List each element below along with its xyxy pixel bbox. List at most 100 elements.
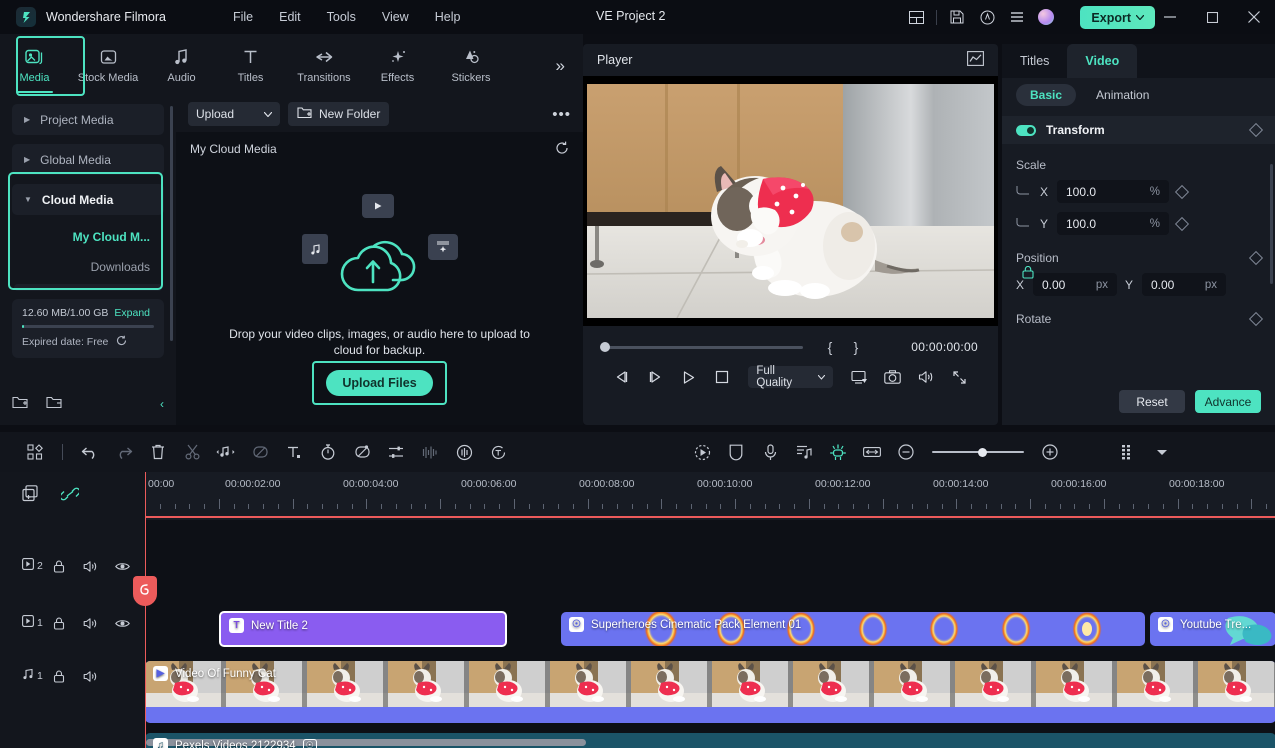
delete-icon[interactable] [141, 437, 175, 467]
module-tab-effects[interactable]: Effects [363, 34, 432, 96]
mark-out-button[interactable]: } [843, 339, 869, 355]
refresh-icon[interactable] [116, 335, 127, 349]
seek-handle[interactable] [600, 342, 610, 352]
speed-timer-icon[interactable] [311, 437, 345, 467]
mute-icon[interactable] [75, 560, 107, 573]
timeline-ruler[interactable]: 00:00 00:00:02:00 00:00:04:00 00:00:06:0… [145, 472, 1275, 520]
adjust-sliders-icon[interactable] [379, 437, 413, 467]
module-tab-stock-media[interactable]: Stock Media [69, 34, 147, 96]
green-screen-icon[interactable] [821, 437, 855, 467]
reset-button[interactable]: Reset [1119, 390, 1185, 413]
mute-icon[interactable] [75, 617, 107, 630]
sidebar-item-global-media[interactable]: ▶ Global Media [12, 144, 164, 175]
add-track-icon[interactable] [22, 485, 39, 507]
sidebar-item-my-cloud-media[interactable]: My Cloud M... [12, 224, 164, 250]
storage-expand-link[interactable]: Expand [114, 307, 150, 319]
undo-icon[interactable] [73, 437, 107, 467]
media-more-options-icon[interactable]: ••• [552, 106, 571, 123]
fit-timeline-icon[interactable] [855, 437, 889, 467]
timeline-clip-pexels-audio[interactable]: ♫ Pexels Videos 2122934 ☉ [145, 733, 1275, 748]
lock-icon[interactable] [43, 670, 75, 683]
timeline-clip-superheroes[interactable]: ☉ Superheroes Cinematic Pack Element 01 [561, 612, 1145, 646]
menu-tools[interactable]: Tools [314, 6, 369, 28]
audio-sync-icon[interactable]: ☉ [302, 738, 317, 748]
camera-icon[interactable] [876, 362, 909, 392]
menu-icon[interactable] [1002, 2, 1032, 32]
mark-in-button[interactable]: { [817, 339, 843, 355]
timeline-tracks[interactable]: T New Title 2 ☉ Superheroes Cinematic Pa… [145, 520, 1275, 748]
timeline-clip-youtube-trend[interactable]: ☉ Youtube Tre... [1150, 612, 1275, 646]
next-frame-icon[interactable] [638, 362, 671, 392]
timeline-clip-video-of-funny-cat[interactable]: ▶ Video Of Funny Cat [145, 661, 1275, 723]
layout-icon[interactable] [901, 2, 931, 32]
remove-folder-icon[interactable] [46, 395, 62, 414]
maximize-button[interactable] [1191, 0, 1233, 34]
prev-frame-icon[interactable] [605, 362, 638, 392]
close-button[interactable] [1233, 0, 1275, 34]
mute-icon[interactable] [75, 670, 107, 683]
module-tab-audio[interactable]: Audio [147, 34, 216, 96]
quality-dropdown[interactable]: Full Quality [748, 365, 833, 389]
scale-x-input[interactable]: 100.0 % [1057, 180, 1169, 203]
record-voiceover-icon[interactable] [753, 437, 787, 467]
audio-bars-icon[interactable] [413, 437, 447, 467]
minimize-button[interactable] [1149, 0, 1191, 34]
volume-icon[interactable] [909, 362, 942, 392]
eye-icon[interactable] [107, 561, 139, 572]
menu-file[interactable]: File [220, 6, 266, 28]
module-tab-transitions[interactable]: Transitions [285, 34, 363, 96]
track-manager-icon[interactable] [1111, 437, 1145, 467]
stop-icon[interactable] [705, 362, 738, 392]
subtab-animation[interactable]: Animation [1082, 84, 1163, 106]
scale-y-keyframe-icon[interactable] [1174, 216, 1190, 231]
motion-tracking-icon[interactable] [685, 437, 719, 467]
tab-titles[interactable]: Titles [1002, 44, 1067, 78]
properties-scrollbar[interactable] [1270, 164, 1273, 284]
snapshot-screen-icon[interactable] [843, 362, 876, 392]
eye-icon[interactable] [107, 618, 139, 629]
upload-dropdown[interactable]: Upload [188, 102, 280, 126]
mask-icon[interactable] [719, 437, 753, 467]
sidebar-scrollbar[interactable] [170, 106, 173, 341]
playhead-handle[interactable] [133, 576, 157, 606]
module-tab-titles[interactable]: Titles [216, 34, 285, 96]
scale-x-keyframe-icon[interactable] [1174, 184, 1190, 199]
position-y-input[interactable]: 0.00 px [1142, 273, 1226, 296]
auto-beat-sync-icon[interactable] [787, 437, 821, 467]
zoom-out-icon[interactable] [889, 437, 923, 467]
link-icon[interactable] [59, 486, 81, 507]
refresh-icon[interactable] [555, 141, 569, 158]
chevron-down-icon[interactable] [1145, 437, 1179, 467]
upload-files-button[interactable]: Upload Files [326, 370, 433, 396]
audio-ducking-icon[interactable] [447, 437, 481, 467]
rotate-keyframe-icon[interactable] [1248, 311, 1264, 327]
export-button[interactable]: Export [1080, 6, 1155, 29]
sidebar-item-downloads[interactable]: Downloads [12, 254, 164, 280]
more-modules-chevron-icon[interactable]: » [556, 56, 565, 76]
auto-caption-icon[interactable] [481, 437, 515, 467]
menu-edit[interactable]: Edit [266, 6, 314, 28]
play-icon[interactable] [672, 362, 705, 392]
avatar[interactable] [1038, 9, 1054, 25]
transform-toggle[interactable] [1016, 124, 1036, 136]
tab-video[interactable]: Video [1067, 44, 1138, 78]
redo-icon[interactable] [107, 437, 141, 467]
sidebar-item-project-media[interactable]: ▶ Project Media [12, 104, 164, 135]
position-x-input[interactable]: 0.00 px [1033, 273, 1117, 296]
subtab-basic[interactable]: Basic [1016, 84, 1077, 106]
lock-icon[interactable] [43, 617, 75, 630]
save-icon[interactable] [942, 2, 972, 32]
video-preview[interactable] [583, 76, 998, 326]
split-scissors-icon[interactable] [175, 437, 209, 467]
audio-detach-icon[interactable] [209, 437, 243, 467]
cloud-upload-icon[interactable] [972, 2, 1002, 32]
advance-button[interactable]: Advance [1195, 390, 1261, 413]
color-match-icon[interactable] [345, 437, 379, 467]
position-keyframe-icon[interactable] [1248, 250, 1264, 266]
playhead[interactable] [133, 472, 157, 748]
fullscreen-icon[interactable] [943, 362, 976, 392]
marker-tag-icon[interactable] [243, 437, 277, 467]
timeline-clip-new-title-2[interactable]: T New Title 2 [219, 611, 507, 647]
menu-help[interactable]: Help [422, 6, 474, 28]
sidebar-item-cloud-media[interactable]: ▼ Cloud Media [12, 184, 164, 215]
